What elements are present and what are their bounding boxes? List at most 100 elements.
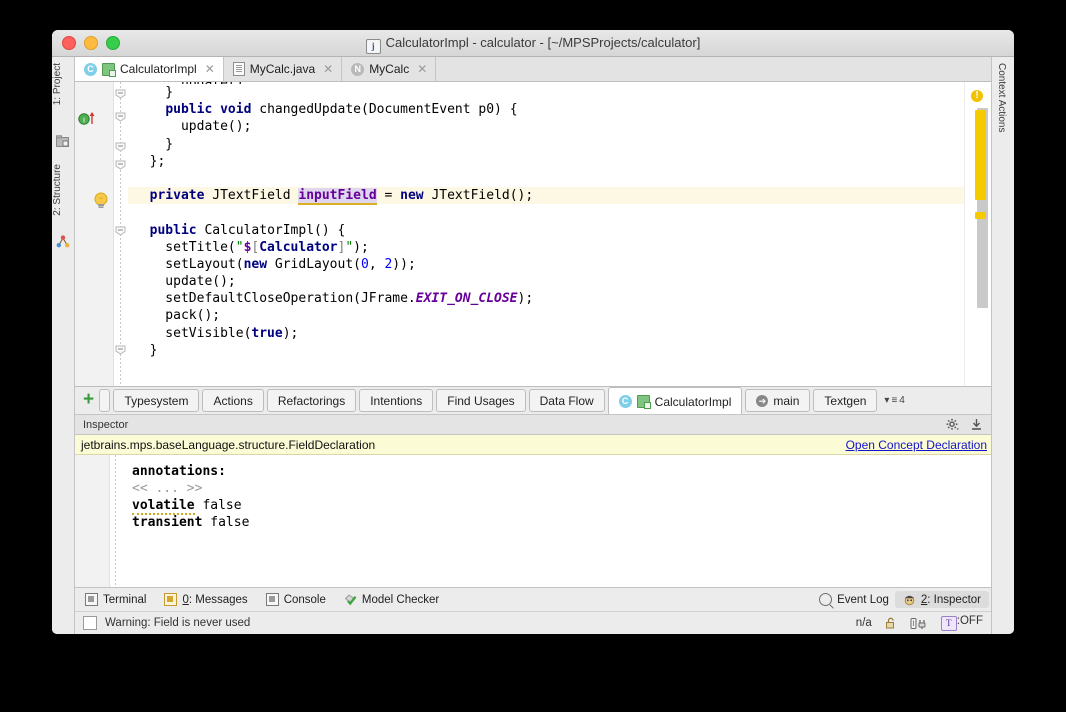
window-title-text: CalculatorImpl - calculator - [~/MPSProj…: [386, 35, 701, 50]
editor-area: I ᵚ: [75, 82, 991, 386]
tab-data-flow[interactable]: Data Flow: [529, 389, 605, 412]
power-plug-icon[interactable]: [910, 617, 928, 630]
fold-marker-icon[interactable]: [115, 111, 126, 122]
code-token: GridLayout(: [267, 257, 361, 272]
tab-scroll-left[interactable]: [99, 389, 110, 412]
fold-marker-icon[interactable]: [115, 344, 126, 355]
tab-typesystem[interactable]: Typesystem: [113, 389, 199, 412]
editor-gutter[interactable]: I ᵚ: [75, 82, 114, 386]
code-editor[interactable]: update(); } public void changedUpdate(Do…: [128, 82, 964, 386]
code-line[interactable]: }: [128, 84, 964, 101]
inspector-row-label: annotations:: [132, 464, 226, 479]
tool-button-inspector[interactable]: 2: Inspector: [895, 591, 989, 608]
code-token: EXIT_ON_CLOSE: [416, 291, 518, 306]
scrollbar-warning-marker[interactable]: [975, 110, 986, 200]
code-token: }: [134, 343, 157, 358]
code-token: setDefaultCloseOperation(JFrame.: [134, 291, 416, 306]
inspector-row[interactable]: annotations:: [132, 463, 991, 480]
status-toggle-icon[interactable]: [83, 616, 97, 630]
warning-exclamation-icon[interactable]: !: [971, 90, 983, 102]
zoom-window-button[interactable]: [106, 36, 120, 50]
editor-marker-bar[interactable]: !: [964, 82, 991, 386]
gear-icon[interactable]: [946, 418, 959, 431]
sidebar-item-context-actions-label: Context Actions: [996, 63, 1007, 132]
code-token: [134, 188, 150, 203]
code-line[interactable]: [128, 204, 964, 221]
code-line[interactable]: setLayout(new GridLayout(0, 2));: [128, 256, 964, 273]
editor-tab-bar: C CalculatorImpl ✕ MyCalc.java ✕ N MyCal…: [75, 57, 991, 82]
tool-button-model-checker[interactable]: Model Checker: [344, 593, 439, 606]
code-line[interactable]: private JTextField inputField = new JTex…: [128, 187, 964, 204]
tab-calculatorimpl-editor-label: CalculatorImpl: [655, 395, 732, 409]
code-token: JTextField: [204, 188, 298, 203]
code-line[interactable]: setVisible(true);: [128, 325, 964, 342]
tool-button-terminal-label: Terminal: [103, 594, 146, 606]
tab-close-icon[interactable]: ✕: [323, 62, 333, 76]
concept-path-bar: jetbrains.mps.baseLanguage.structure.Fie…: [75, 435, 991, 455]
code-line[interactable]: setDefaultCloseOperation(JFrame.EXIT_ON_…: [128, 290, 964, 307]
code-line[interactable]: public CalculatorImpl() {: [128, 222, 964, 239]
tab-actions[interactable]: Actions: [202, 389, 263, 412]
code-line[interactable]: [128, 170, 964, 187]
tool-button-messages[interactable]: 0: Messages: [164, 593, 247, 606]
fold-marker-icon[interactable]: [115, 225, 126, 236]
code-line[interactable]: setTitle("$[Calculator]");: [128, 239, 964, 256]
collapse-all-icon[interactable]: [970, 418, 983, 431]
minimize-window-button[interactable]: [84, 36, 98, 50]
tool-button-console[interactable]: Console: [266, 593, 326, 606]
node-n-icon: N: [351, 63, 364, 76]
fold-marker-icon[interactable]: [115, 141, 126, 152]
tab-calculatorimpl[interactable]: C CalculatorImpl ✕: [75, 57, 224, 81]
window-controls[interactable]: [62, 36, 120, 50]
tab-mycalc-java[interactable]: MyCalc.java ✕: [224, 57, 342, 81]
keymap-status[interactable]: T:OFF: [941, 615, 983, 631]
tab-overflow-button[interactable]: ▾ ≡ 4: [881, 395, 907, 406]
center-column: C CalculatorImpl ✕ MyCalc.java ✕ N MyCal…: [75, 57, 991, 634]
code-line[interactable]: pack();: [128, 307, 964, 324]
tab-close-icon[interactable]: ✕: [205, 62, 215, 76]
tab-overflow-count: 4: [899, 395, 905, 406]
code-token: setLayout(: [134, 257, 244, 272]
code-line[interactable]: };: [128, 153, 964, 170]
sidebar-item-project[interactable]: 1: Project: [52, 61, 74, 107]
tab-find-usages[interactable]: Find Usages: [436, 389, 525, 412]
tool-button-event-log[interactable]: Event Log: [819, 593, 889, 606]
inspector-rows[interactable]: annotations:<< ... >>volatile falsetrans…: [122, 455, 991, 587]
inspector-row[interactable]: << ... >>: [132, 480, 991, 497]
inspector-fold-strip: [110, 455, 122, 587]
code-line[interactable]: }: [128, 136, 964, 153]
tab-refactorings[interactable]: Refactorings: [267, 389, 356, 412]
code-line[interactable]: }: [128, 342, 964, 359]
unlocked-icon[interactable]: [885, 617, 897, 630]
overriding-method-icon[interactable]: I: [78, 110, 100, 126]
tool-button-terminal[interactable]: Terminal: [85, 593, 146, 606]
code-line[interactable]: update();: [128, 273, 964, 290]
add-tab-button[interactable]: +: [80, 390, 99, 411]
inspector-row-label: volatile: [132, 498, 195, 515]
sidebar-item-structure[interactable]: 2: Structure: [52, 162, 74, 218]
inspector-content[interactable]: annotations:<< ... >>volatile falsetrans…: [75, 455, 991, 587]
fold-marker-icon[interactable]: [115, 88, 126, 99]
close-window-button[interactable]: [62, 36, 76, 50]
tab-mycalc[interactable]: N MyCalc ✕: [342, 57, 436, 81]
code-line[interactable]: public void changedUpdate(DocumentEvent …: [128, 101, 964, 118]
code-folding-strip[interactable]: [114, 82, 128, 386]
messages-icon: [164, 593, 177, 606]
scrollbar-warning-marker[interactable]: [975, 212, 986, 219]
code-token: JTextField();: [424, 188, 534, 203]
editor-scrollbar[interactable]: [978, 108, 989, 386]
open-concept-declaration-link[interactable]: Open Concept Declaration: [846, 438, 987, 452]
tab-main[interactable]: ➔ main: [745, 389, 810, 412]
tab-calculatorimpl-label: CalculatorImpl: [120, 62, 197, 76]
inspector-row[interactable]: transient false: [132, 514, 991, 531]
tab-calculatorimpl-editor[interactable]: C CalculatorImpl: [608, 387, 743, 414]
tab-intentions[interactable]: Intentions: [359, 389, 433, 412]
fold-marker-icon[interactable]: [115, 159, 126, 170]
inspector-row[interactable]: volatile false: [132, 497, 991, 514]
sidebar-item-context-actions[interactable]: Context Actions: [996, 63, 1007, 132]
code-line[interactable]: update();: [128, 118, 964, 135]
tab-textgen[interactable]: Textgen: [813, 389, 877, 412]
tab-close-icon[interactable]: ✕: [417, 62, 427, 76]
window-title: jCalculatorImpl - calculator - [~/MPSPro…: [52, 30, 1014, 56]
intention-bulb-icon[interactable]: ᵚ: [93, 192, 109, 210]
